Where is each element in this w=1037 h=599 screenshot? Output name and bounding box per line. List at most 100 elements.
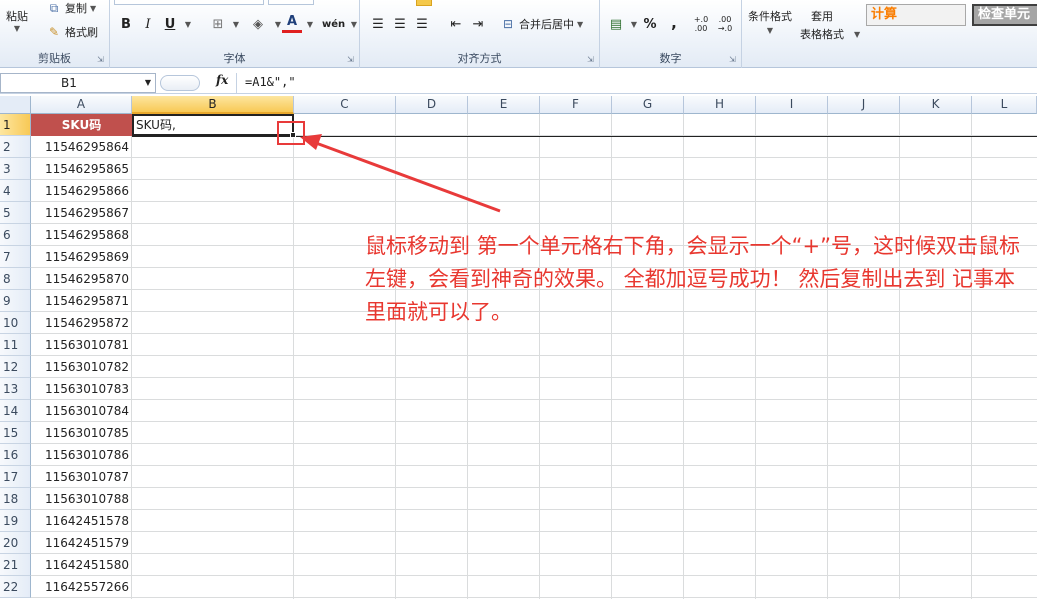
conditional-format-button[interactable]: 条件格式 ▼ <box>748 8 792 35</box>
cell-a19[interactable]: 11642451578 <box>31 510 132 532</box>
cell-a16[interactable]: 11563010786 <box>31 444 132 466</box>
chevron-down-icon[interactable]: ▼ <box>145 74 151 92</box>
column-header-j[interactable]: J <box>828 96 900 114</box>
cell-a17[interactable]: 11563010787 <box>31 466 132 488</box>
row-header-21[interactable]: 21 <box>0 554 31 576</box>
dialog-launcher-icon[interactable]: ⇲ <box>729 55 738 64</box>
cell-a13[interactable]: 11563010783 <box>31 378 132 400</box>
font-color-button[interactable]: A <box>282 13 302 33</box>
row-header-5[interactable]: 5 <box>0 202 31 224</box>
font-size-select[interactable] <box>268 0 314 5</box>
cell-a8[interactable]: 11546295870 <box>31 268 132 290</box>
column-header-f[interactable]: F <box>540 96 612 114</box>
font-name-select[interactable] <box>114 0 264 5</box>
dialog-launcher-icon[interactable]: ⇲ <box>587 55 596 64</box>
comma-style-button[interactable]: , <box>664 13 684 33</box>
cell-a1[interactable]: SKU码 <box>31 114 132 136</box>
row-header-17[interactable]: 17 <box>0 466 31 488</box>
decrease-decimal-button[interactable]: .00 →.0 <box>714 15 736 35</box>
borders-icon[interactable]: ⊞ <box>208 15 228 35</box>
row-header-15[interactable]: 15 <box>0 422 31 444</box>
column-header-c[interactable]: C <box>294 96 396 114</box>
format-painter-button[interactable]: ✎ 格式刷 <box>46 24 98 40</box>
row-header-6[interactable]: 6 <box>0 224 31 246</box>
column-header-b[interactable]: B <box>132 96 294 114</box>
align-left-icon[interactable]: ☰ <box>368 15 388 35</box>
underline-button[interactable]: U <box>160 15 180 35</box>
underline-dropdown-icon[interactable]: ▼ <box>178 15 198 35</box>
row-header-18[interactable]: 18 <box>0 488 31 510</box>
decrease-indent-icon[interactable]: ⇤ <box>446 15 466 35</box>
top-align-icon[interactable] <box>416 0 432 6</box>
row-header-8[interactable]: 8 <box>0 268 31 290</box>
cell-a3[interactable]: 11546295865 <box>31 158 132 180</box>
row-header-1[interactable]: 1 <box>0 114 31 136</box>
cell-a18[interactable]: 11563010788 <box>31 488 132 510</box>
accounting-format-icon[interactable]: ▤ <box>606 15 626 35</box>
column-header-d[interactable]: D <box>396 96 468 114</box>
chevron-down-icon[interactable]: ▼ <box>854 30 860 39</box>
column-header-l[interactable]: L <box>972 96 1037 114</box>
copy-button[interactable]: ⧉ 复制 ▼ <box>46 0 96 16</box>
chevron-down-icon[interactable]: ▼ <box>226 15 246 35</box>
column-header-e[interactable]: E <box>468 96 540 114</box>
cell-a5[interactable]: 11546295867 <box>31 202 132 224</box>
fill-color-icon[interactable]: ◈ <box>248 15 268 35</box>
align-right-icon[interactable]: ☰ <box>412 15 432 35</box>
bold-button[interactable]: B <box>116 15 136 35</box>
formula-input[interactable]: =A1&"," <box>245 75 296 89</box>
cell-a14[interactable]: 11563010784 <box>31 400 132 422</box>
format-as-table-button[interactable]: 套用 表格格式 <box>800 8 844 42</box>
cell-a2[interactable]: 11546295864 <box>31 136 132 158</box>
row-header-16[interactable]: 16 <box>0 444 31 466</box>
cell-a11[interactable]: 11563010781 <box>31 334 132 356</box>
font-group: B I U ▼ ⊞ ▼ ◈ ▼ A ▼ wén ▼ 字体 ⇲ <box>110 0 360 68</box>
dialog-launcher-icon[interactable]: ⇲ <box>347 55 356 64</box>
row-header-20[interactable]: 20 <box>0 532 31 554</box>
row-header-22[interactable]: 22 <box>0 576 31 598</box>
name-box[interactable]: B1 ▼ <box>0 73 156 93</box>
row-header-11[interactable]: 11 <box>0 334 31 356</box>
cell-a15[interactable]: 11563010785 <box>31 422 132 444</box>
italic-button[interactable]: I <box>138 15 158 35</box>
formula-splitter-handle[interactable] <box>160 75 200 91</box>
row-header-7[interactable]: 7 <box>0 246 31 268</box>
paste-button[interactable]: 粘贴 ▼ <box>6 8 28 33</box>
increase-indent-icon[interactable]: ⇥ <box>468 15 488 35</box>
column-header-a[interactable]: A <box>31 96 132 114</box>
dialog-launcher-icon[interactable]: ⇲ <box>97 55 106 64</box>
cell-a20[interactable]: 11642451579 <box>31 532 132 554</box>
cell-a10[interactable]: 11546295872 <box>31 312 132 334</box>
align-center-icon[interactable]: ☰ <box>390 15 410 35</box>
row-header-10[interactable]: 10 <box>0 312 31 334</box>
column-header-i[interactable]: I <box>756 96 828 114</box>
column-header-k[interactable]: K <box>900 96 972 114</box>
insert-function-button[interactable]: fx <box>216 73 228 87</box>
row-header-13[interactable]: 13 <box>0 378 31 400</box>
cell-a12[interactable]: 11563010782 <box>31 356 132 378</box>
phonetic-guide-button[interactable]: wén <box>322 15 345 35</box>
row-header-3[interactable]: 3 <box>0 158 31 180</box>
cell-b1-selected[interactable]: SKU码, <box>132 114 294 136</box>
calculation-cell-style[interactable]: 计算 <box>866 4 966 26</box>
row-header-14[interactable]: 14 <box>0 400 31 422</box>
merge-center-button[interactable]: ⊟ 合并后居中 ▼ <box>500 16 583 32</box>
row-header-19[interactable]: 19 <box>0 510 31 532</box>
check-cell-style[interactable]: 检查单元 <box>972 4 1037 26</box>
row-header-4[interactable]: 4 <box>0 180 31 202</box>
column-header-g[interactable]: G <box>612 96 684 114</box>
percent-button[interactable]: % <box>640 15 660 35</box>
select-all-corner[interactable] <box>0 96 31 114</box>
row-header-12[interactable]: 12 <box>0 356 31 378</box>
cell-a9[interactable]: 11546295871 <box>31 290 132 312</box>
column-header-h[interactable]: H <box>684 96 756 114</box>
chevron-down-icon[interactable]: ▼ <box>300 15 320 35</box>
cell-a4[interactable]: 11546295866 <box>31 180 132 202</box>
row-header-2[interactable]: 2 <box>0 136 31 158</box>
cell-a22[interactable]: 11642557266 <box>31 576 132 598</box>
cell-a21[interactable]: 11642451580 <box>31 554 132 576</box>
cell-a6[interactable]: 11546295868 <box>31 224 132 246</box>
cell-a7[interactable]: 11546295869 <box>31 246 132 268</box>
increase-decimal-button[interactable]: +.0 .00 <box>690 15 712 35</box>
row-header-9[interactable]: 9 <box>0 290 31 312</box>
